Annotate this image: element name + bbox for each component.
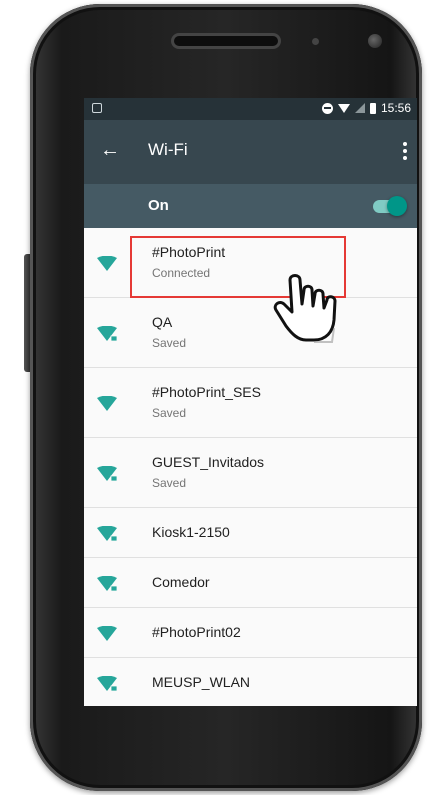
wifi-icon	[97, 396, 117, 411]
more-vert-icon[interactable]	[403, 142, 407, 160]
network-row[interactable]: Kiosk1-2150	[84, 508, 417, 558]
speaker-grille	[174, 36, 278, 46]
proximity-sensor	[312, 38, 319, 45]
network-name: Comedor	[152, 574, 210, 590]
network-name: #PhotoPrint02	[152, 624, 241, 640]
network-row[interactable]: GUEST_Invitados Saved	[84, 438, 417, 508]
network-list: #PhotoPrint Connected QA Saved #PhotoPrint_S…	[84, 228, 417, 706]
status-time: 15:56	[380, 101, 411, 115]
wifi-lock-icon	[97, 466, 118, 482]
network-name: QA	[152, 314, 173, 330]
status-bar: 15:56	[84, 98, 417, 120]
wifi-switch-bar[interactable]: On	[84, 184, 417, 228]
wifi-lock-icon	[97, 676, 118, 692]
network-row[interactable]: #PhotoPrint02	[84, 608, 417, 658]
do-not-disturb-icon	[321, 102, 333, 114]
wifi-toggle-thumb[interactable]	[387, 196, 407, 216]
network-status: Saved	[152, 336, 187, 350]
network-row[interactable]: Comedor	[84, 558, 417, 608]
image-icon	[92, 103, 102, 113]
network-row[interactable]: #PhotoPrint Connected	[84, 228, 417, 298]
arrow-left-icon[interactable]: ←	[98, 138, 122, 162]
stage: 15:56 ← Wi-Fi On #PhotoPrint Connected QA S…	[0, 0, 448, 795]
network-row[interactable]: MEUSP_WLAN	[84, 658, 417, 706]
network-status: Saved	[152, 406, 187, 420]
status-icons: 15:56	[321, 101, 411, 115]
wifi-lock-icon	[97, 576, 118, 592]
app-toolbar: ← Wi-Fi	[84, 120, 417, 184]
wifi-icon	[97, 256, 117, 271]
wifi-lock-icon	[97, 326, 118, 342]
cell-signal-icon	[354, 103, 365, 113]
network-name: Kiosk1-2150	[152, 524, 230, 540]
front-camera	[368, 34, 382, 48]
wifi-signal-icon	[337, 103, 350, 113]
network-name: #PhotoPrint	[152, 244, 226, 260]
wifi-switch-label: On	[148, 197, 169, 214]
network-name: #PhotoPrint_SES	[152, 384, 261, 400]
wifi-lock-icon	[97, 526, 118, 542]
network-row[interactable]: QA Saved	[84, 298, 417, 368]
network-row[interactable]: #PhotoPrint_SES Saved	[84, 368, 417, 438]
network-name: GUEST_Invitados	[152, 454, 265, 470]
hand-pointer-icon	[273, 274, 337, 343]
screen: 15:56 ← Wi-Fi On #PhotoPrint Connected QA S…	[84, 98, 417, 706]
network-name: MEUSP_WLAN	[152, 674, 251, 690]
wifi-icon	[97, 626, 117, 641]
battery-icon	[369, 102, 376, 114]
page-title: Wi-Fi	[148, 140, 188, 159]
network-status: Saved	[152, 476, 187, 490]
network-status: Connected	[152, 266, 211, 280]
